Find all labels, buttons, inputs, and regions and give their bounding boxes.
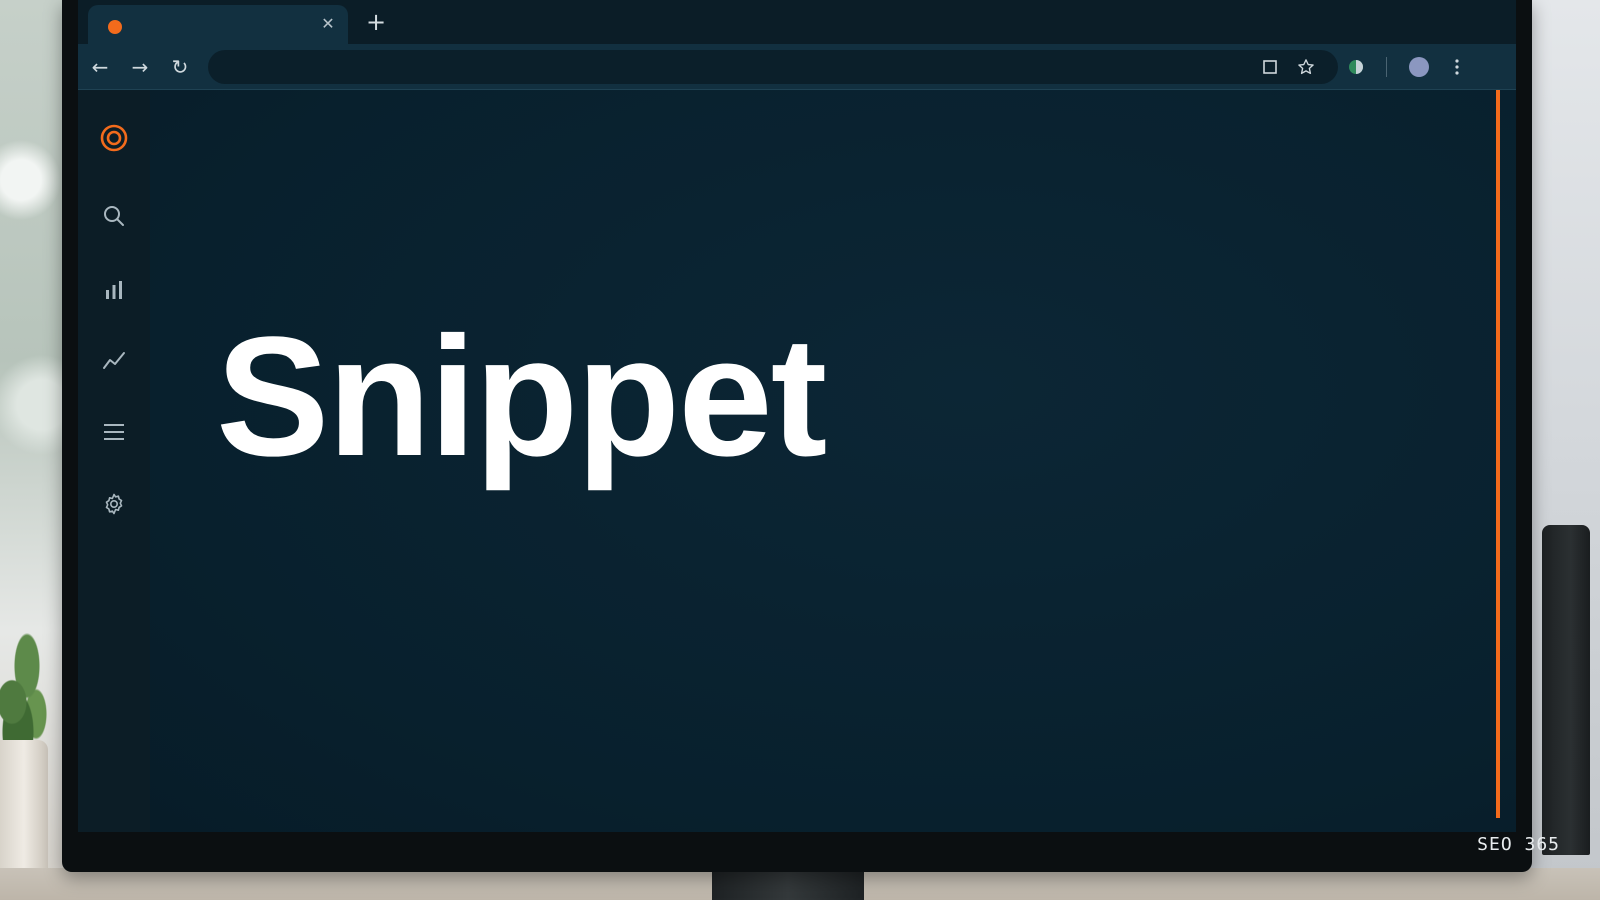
watermark: SEO 365 [1477,834,1560,855]
profile-avatar-icon[interactable] [1406,54,1432,80]
monitor-stand [712,868,864,900]
gear-icon[interactable] [100,490,128,518]
extension-icon[interactable] [1343,54,1369,80]
orange-dot-icon [108,20,122,34]
square-icon[interactable] [1257,54,1283,80]
sidebar [78,90,150,832]
tab-strip: ✕ + [78,0,1516,44]
target-logo-icon[interactable] [100,124,128,152]
plant-leaves [0,630,60,750]
main-content: Snippet [150,90,1516,832]
menu-icon[interactable] [100,418,128,446]
browser-tab[interactable]: ✕ [88,5,348,44]
plus-icon[interactable]: + [362,8,390,36]
speaker [1542,525,1590,855]
close-icon[interactable]: ✕ [318,14,338,34]
trend-line-icon[interactable] [100,346,128,374]
kebab-menu-icon[interactable] [1444,54,1470,80]
screen: ✕ + ← → ↻ Snippet [78,0,1516,832]
arrow-right-icon[interactable]: → [126,53,154,81]
monitor: ✕ + ← → ↻ Snippet [62,0,1532,872]
hero-title: Snippet [216,302,827,492]
toolbar-divider [1386,57,1387,77]
reload-icon[interactable]: ↻ [166,53,194,81]
arrow-left-icon[interactable]: ← [86,53,114,81]
star-icon[interactable] [1293,54,1319,80]
bar-chart-icon[interactable] [100,276,128,304]
accent-divider [1496,90,1500,818]
browser-toolbar: ← → ↻ [78,44,1516,90]
search-icon[interactable] [100,202,128,230]
address-input[interactable] [208,50,1338,84]
address-bar[interactable] [208,50,1338,84]
